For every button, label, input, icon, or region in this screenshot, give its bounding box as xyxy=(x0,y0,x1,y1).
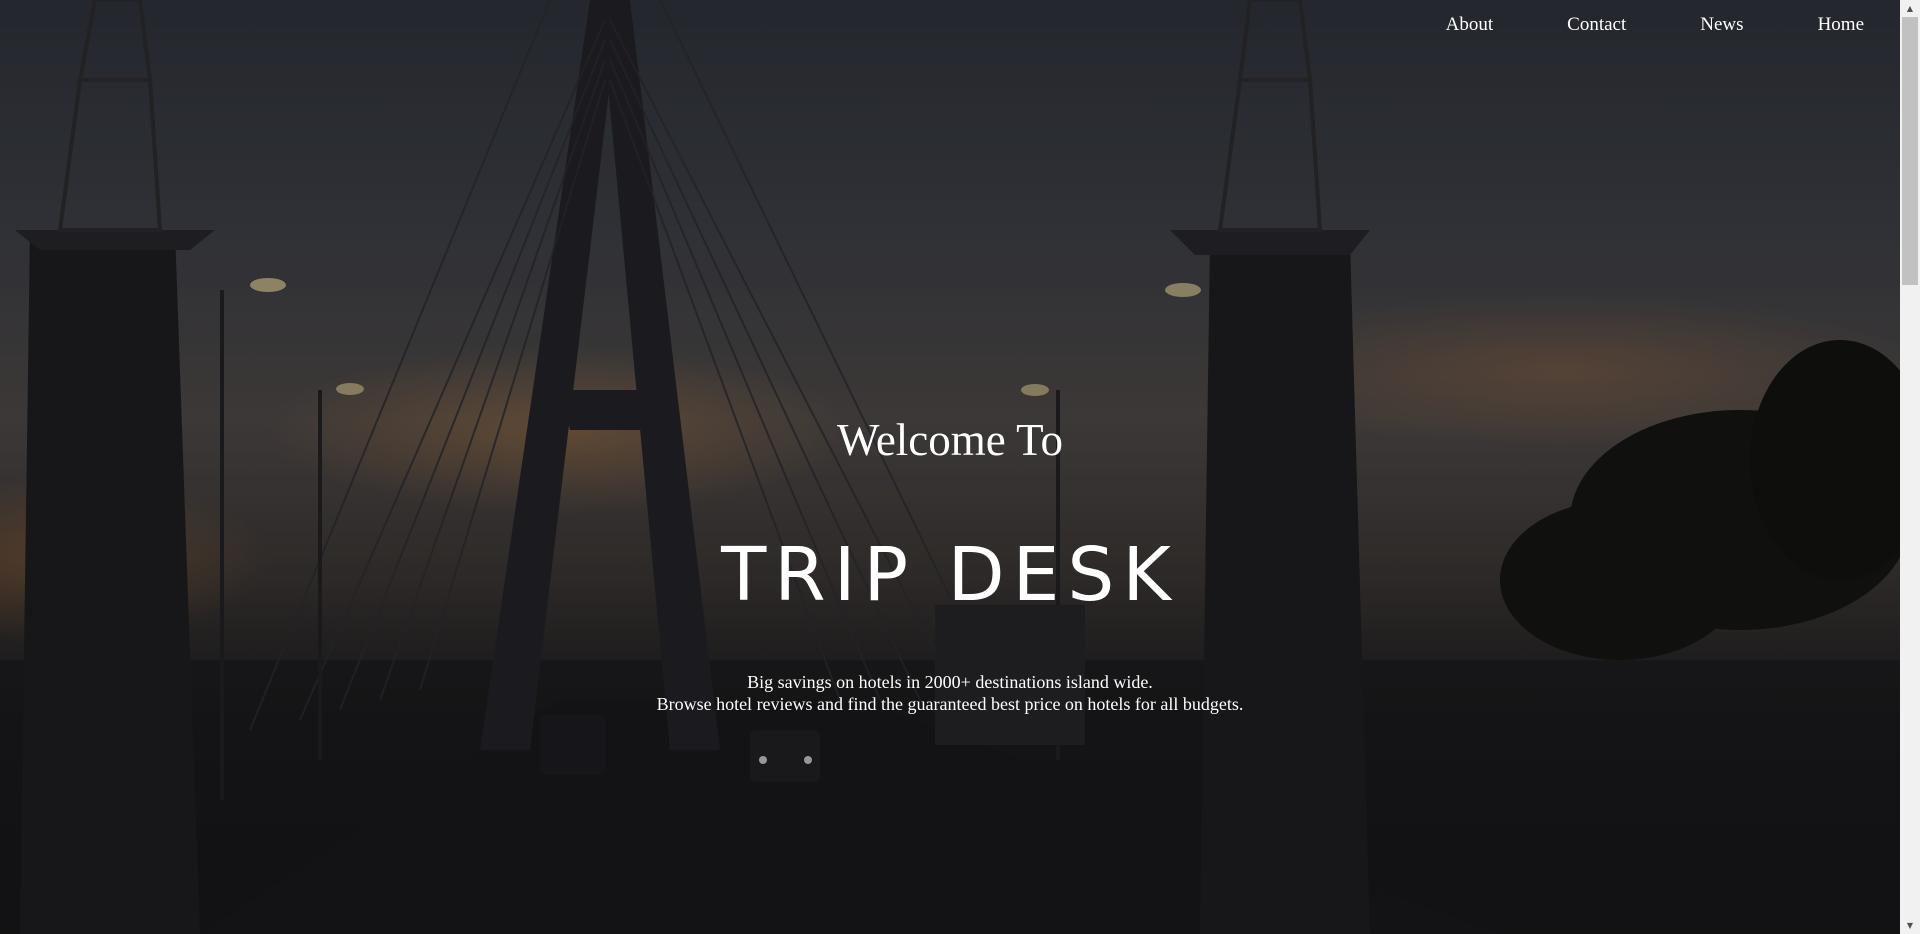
nav-link-contact[interactable]: Contact xyxy=(1567,12,1626,38)
tagline-line-2: Browse hotel reviews and find the guaran… xyxy=(656,694,1244,714)
brand-title: TRIP DESK xyxy=(721,532,1179,618)
hero-tagline: Big savings on hotels in 2000+ destinati… xyxy=(0,671,1900,715)
vertical-scrollbar[interactable]: ▲ ▼ xyxy=(1900,0,1920,934)
scroll-down-icon[interactable]: ▼ xyxy=(1900,917,1920,934)
tagline-line-1: Big savings on hotels in 2000+ destinati… xyxy=(747,672,1153,692)
scroll-up-icon[interactable]: ▲ xyxy=(1900,0,1920,17)
welcome-heading: Welcome To xyxy=(836,415,1064,465)
hero-section: About Contact News Home Welcome To TRIP … xyxy=(0,0,1900,934)
nav-link-news[interactable]: News xyxy=(1700,12,1743,38)
nav-link-about[interactable]: About xyxy=(1446,12,1494,38)
top-nav: About Contact News Home xyxy=(1372,12,1864,38)
nav-link-home[interactable]: Home xyxy=(1818,12,1864,38)
scroll-thumb[interactable] xyxy=(1902,17,1918,285)
